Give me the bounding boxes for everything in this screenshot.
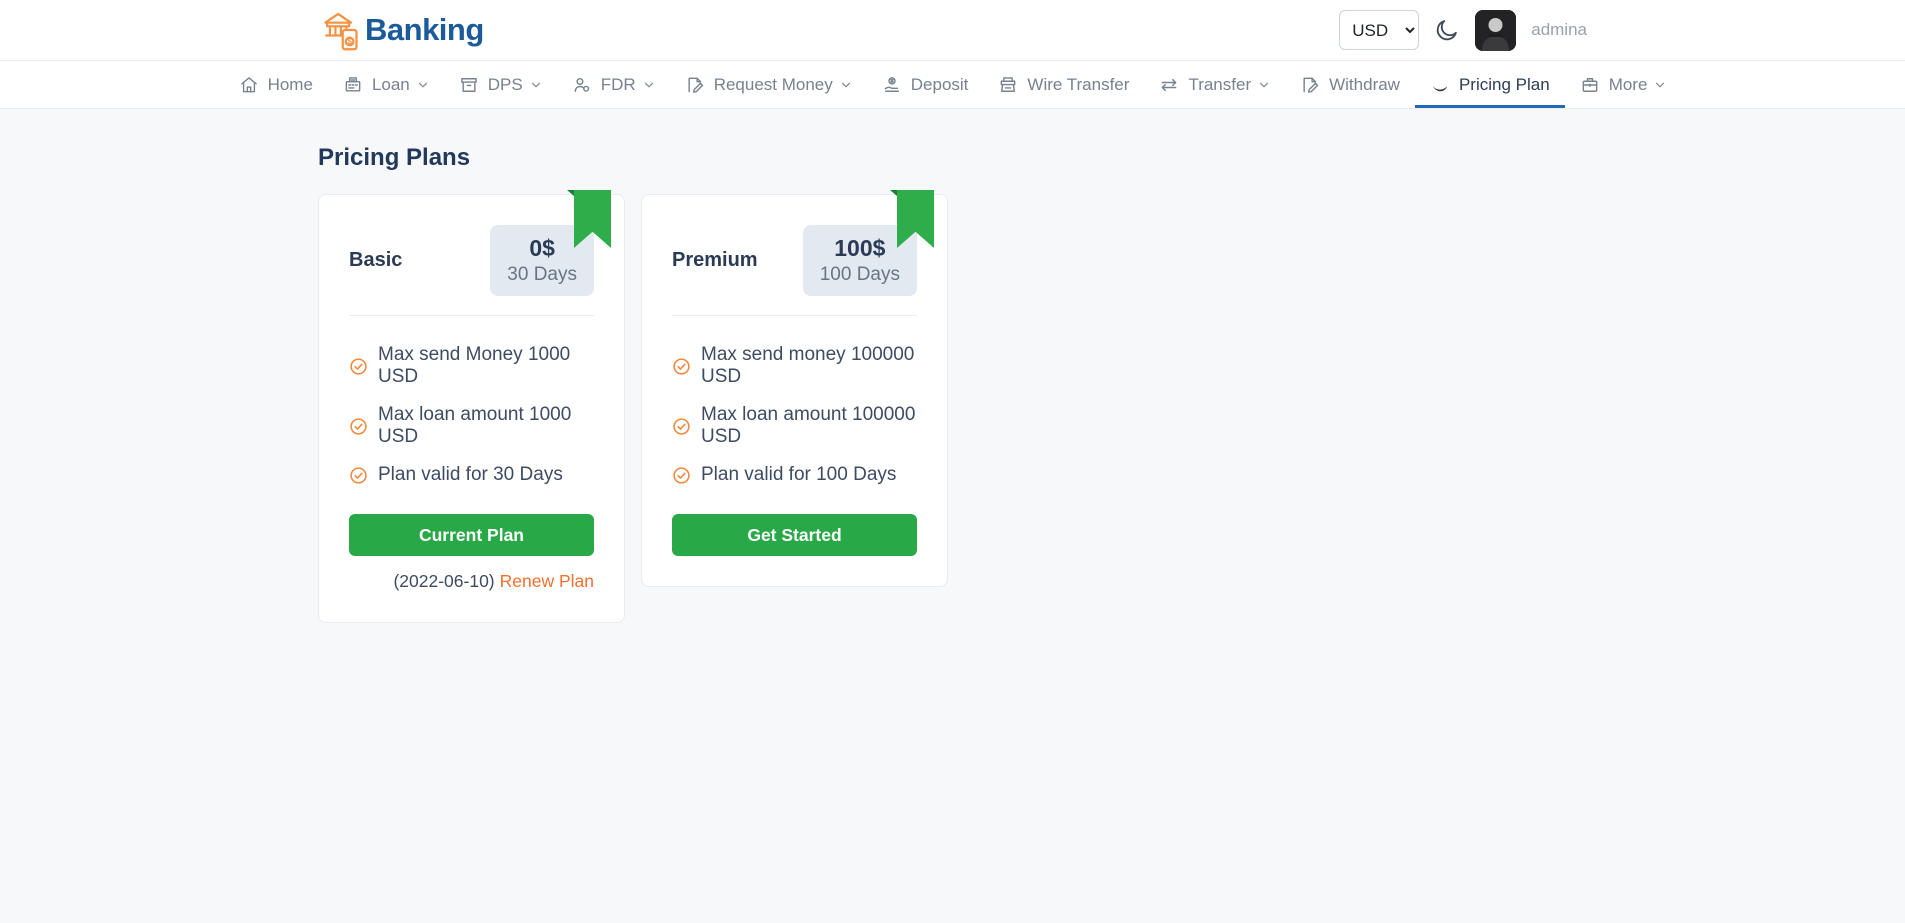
divider [672, 315, 917, 316]
plan-duration: 100 Days [820, 264, 900, 286]
get-started-button[interactable]: Get Started [672, 514, 917, 556]
ribbon-fold [890, 190, 897, 196]
app-header: $ Banking USD [0, 0, 1905, 61]
more-icon [1580, 75, 1600, 95]
feature-text: Plan valid for 100 Days [701, 464, 896, 486]
plan-price: 0$ [507, 235, 577, 262]
fdr-icon [572, 75, 592, 95]
chevron-down-icon [417, 79, 429, 91]
username[interactable]: admina [1531, 20, 1587, 40]
dark-mode-toggle[interactable] [1434, 17, 1460, 43]
plan-feature: Max send money 100000 USD [672, 344, 917, 388]
plan-feature: Plan valid for 30 Days [349, 464, 594, 486]
deposit-icon [882, 75, 902, 95]
request-money-icon [685, 75, 705, 95]
plan-duration: 30 Days [507, 264, 577, 286]
plan-feature: Plan valid for 100 Days [672, 464, 917, 486]
renew-date: (2022-06-10) [393, 571, 494, 591]
avatar[interactable] [1475, 10, 1516, 51]
brand-name: Banking [365, 12, 484, 48]
check-circle-icon [349, 466, 368, 485]
check-circle-icon [349, 417, 368, 436]
nav-item-fdr[interactable]: FDR [557, 61, 670, 108]
plan-name: Basic [349, 249, 402, 272]
ribbon-fold [567, 190, 574, 196]
check-circle-icon [349, 357, 368, 376]
pricing-plan-icon [1430, 75, 1450, 95]
nav-item-label: Request Money [714, 75, 833, 95]
feature-text: Max loan amount 1000 USD [378, 404, 594, 448]
plan-name: Premium [672, 249, 758, 272]
nav-item-transfer[interactable]: Transfer [1144, 61, 1285, 108]
pricing-cards: Basic 0$30 Days Max send Money 1000 USD Max… [318, 194, 1587, 623]
svg-text:$: $ [347, 37, 352, 46]
nav-item-label: Home [268, 75, 313, 95]
nav-item-home[interactable]: Home [224, 61, 328, 108]
plan-feature: Max send Money 1000 USD [349, 344, 594, 388]
feature-text: Max send Money 1000 USD [378, 344, 594, 388]
nav-item-loan[interactable]: Loan [328, 61, 444, 108]
nav-item-label: Deposit [911, 75, 969, 95]
plan-card-basic: Basic 0$30 Days Max send Money 1000 USD Max… [318, 194, 625, 623]
chevron-down-icon [840, 79, 852, 91]
nav-item-label: More [1609, 75, 1648, 95]
divider [349, 315, 594, 316]
nav-item-label: Pricing Plan [1459, 75, 1550, 95]
wire-transfer-icon [998, 75, 1018, 95]
currency-select[interactable]: USD [1339, 10, 1419, 50]
chevron-down-icon [643, 79, 655, 91]
main-nav: Home Loan DPS FDR Request Money Deposit Wire T… [0, 61, 1905, 109]
nav-item-label: Loan [372, 75, 410, 95]
bank-logo-icon: $ [318, 8, 362, 52]
nav-item-deposit[interactable]: Deposit [867, 61, 984, 108]
renew-row: (2022-06-10) Renew Plan [349, 571, 594, 592]
plan-price: 100$ [820, 235, 900, 262]
chevron-down-icon [1654, 79, 1666, 91]
plan-feature: Max loan amount 100000 USD [672, 404, 917, 448]
main-content: Pricing Plans Basic 0$30 Days Max send Mon… [0, 109, 1905, 623]
moon-icon [1434, 17, 1460, 43]
feature-text: Max send money 100000 USD [701, 344, 917, 388]
check-circle-icon [672, 417, 691, 436]
page-title: Pricing Plans [318, 144, 1587, 172]
nav-item-pricing-plan[interactable]: Pricing Plan [1415, 61, 1565, 108]
dps-icon [459, 75, 479, 95]
nav-item-withdraw[interactable]: Withdraw [1285, 61, 1415, 108]
nav-item-label: Withdraw [1329, 75, 1400, 95]
check-circle-icon [672, 357, 691, 376]
renew-plan-link[interactable]: Renew Plan [500, 571, 594, 591]
chevron-down-icon [530, 79, 542, 91]
plan-feature: Max loan amount 1000 USD [349, 404, 594, 448]
nav-item-dps[interactable]: DPS [444, 61, 557, 108]
feature-text: Plan valid for 30 Days [378, 464, 563, 486]
nav-item-label: DPS [488, 75, 523, 95]
nav-item-label: Wire Transfer [1027, 75, 1129, 95]
nav-item-more[interactable]: More [1565, 61, 1682, 108]
check-circle-icon [672, 466, 691, 485]
transfer-icon [1159, 75, 1179, 95]
home-icon [239, 75, 259, 95]
nav-item-label: FDR [601, 75, 636, 95]
feature-text: Max loan amount 100000 USD [701, 404, 917, 448]
nav-item-request-money[interactable]: Request Money [670, 61, 867, 108]
brand-logo[interactable]: $ Banking [318, 8, 484, 52]
current-plan-button[interactable]: Current Plan [349, 514, 594, 556]
nav-item-label: Transfer [1188, 75, 1251, 95]
chevron-down-icon [1258, 79, 1270, 91]
nav-item-wire-transfer[interactable]: Wire Transfer [983, 61, 1144, 108]
plan-card-premium: Premium 100$100 Days Max send money 100000… [641, 194, 948, 587]
withdraw-icon [1300, 75, 1320, 95]
loan-icon [343, 75, 363, 95]
